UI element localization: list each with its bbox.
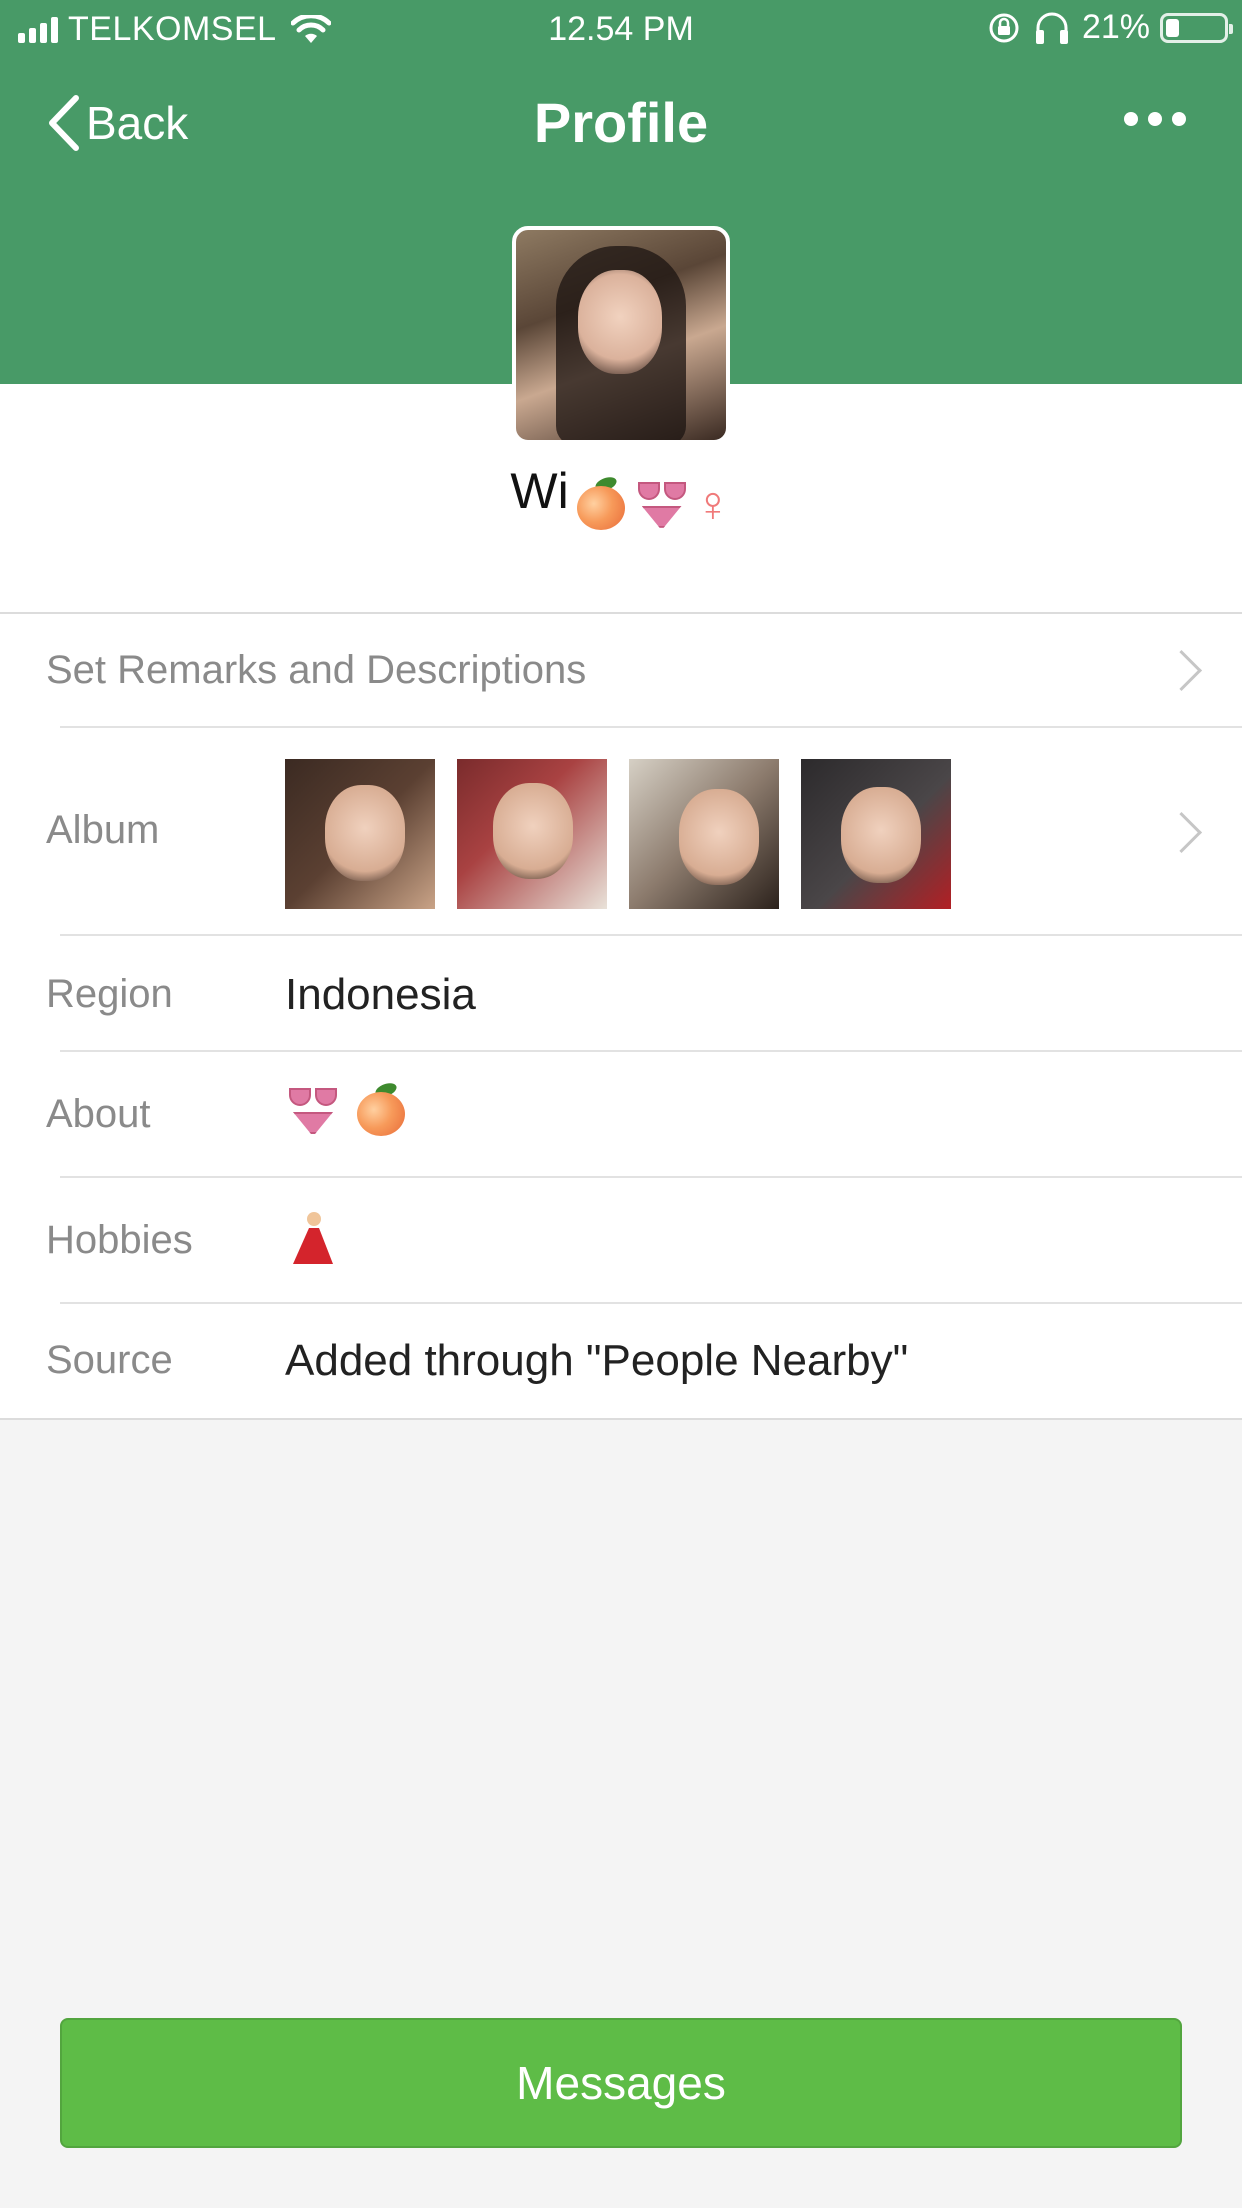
battery-percent: 21% (1081, 8, 1150, 46)
album-photo[interactable] (457, 759, 607, 909)
peach-emoji (353, 1080, 409, 1138)
source-label: Source (46, 1338, 173, 1382)
about-row: About (0, 1052, 1242, 1178)
region-label: Region (46, 972, 173, 1016)
female-sign-icon: ♀ (694, 475, 732, 532)
hobbies-value (285, 1210, 341, 1266)
set-remarks-row[interactable]: Set Remarks and Descriptions (0, 614, 1242, 728)
about-value (285, 1080, 409, 1138)
status-bar: TELKOMSEL 12.54 PM 21% (0, 0, 1242, 62)
chevron-right-icon (1160, 811, 1203, 854)
peach-emoji (573, 474, 629, 532)
page-title: Profile (533, 91, 709, 154)
region-row: Region Indonesia (0, 936, 1242, 1052)
region-value: Indonesia (285, 970, 476, 1019)
orientation-lock-icon (989, 13, 1019, 42)
remarks-label: Set Remarks and Descriptions (46, 648, 587, 692)
source-row: Source Added through "People Nearby" (0, 1304, 1242, 1418)
source-value: Added through "People Nearby" (285, 1336, 909, 1385)
album-photo[interactable] (801, 759, 951, 909)
album-photo[interactable] (629, 759, 779, 909)
profile-name-row: Wi ♀ (0, 462, 1242, 533)
dancer-emoji (285, 1210, 341, 1266)
avatar[interactable] (512, 226, 730, 444)
album-label: Album (46, 808, 160, 852)
chevron-right-icon (1160, 649, 1203, 692)
hobbies-label: Hobbies (46, 1218, 193, 1262)
profile-details-list: Set Remarks and Descriptions Album Regio… (0, 612, 1242, 1420)
about-label: About (46, 1092, 151, 1136)
messages-button[interactable]: Messages (60, 2018, 1182, 2148)
bikini-emoji (285, 1082, 341, 1138)
bikini-emoji (634, 476, 690, 532)
headphones-icon (1035, 12, 1068, 44)
album-thumbnails (285, 759, 951, 909)
more-button[interactable] (1124, 112, 1186, 126)
more-icon (1124, 112, 1138, 126)
battery-icon (1160, 12, 1233, 43)
profile-name: Wi (510, 463, 569, 519)
hobbies-row: Hobbies (0, 1178, 1242, 1304)
album-row[interactable]: Album (0, 728, 1242, 936)
album-photo[interactable] (285, 759, 435, 909)
